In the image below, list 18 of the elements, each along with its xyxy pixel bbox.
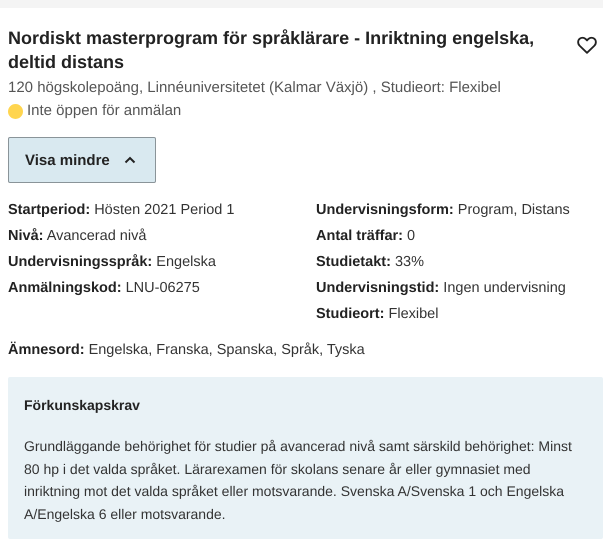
status-text: Inte öppen för anmälan	[27, 101, 182, 121]
show-less-button[interactable]: Visa mindre	[8, 137, 156, 183]
chevron-icon	[124, 156, 136, 164]
heart-icon[interactable]	[575, 34, 599, 56]
detail-item: Undervisningstid: Ingen undervisning	[316, 279, 567, 298]
detail-item: Nivå: Avancerad nivå	[8, 227, 148, 246]
detail-item: Studietakt: 33%	[316, 253, 425, 272]
detail-item: Undervisningsspråk: Engelska	[8, 253, 217, 272]
detail-item: Anmälningskod: LNU-06275	[8, 279, 201, 298]
detail-item: Antal träffar: 0	[316, 227, 416, 246]
detail-item: Startperiod: Hösten 2021 Period 1	[8, 201, 236, 220]
detail-item: Studieort: Flexibel	[316, 305, 440, 324]
course-subtitle: 120 högskolepoäng, Linnéuniversitetet (Kalmar Växjö) , Studieort: Flexibel	[8, 78, 502, 98]
prerequisites-text: Grundläggande behörighet för studier på avancerad nivå samt särskild behörighet: Minst 80 hp i det valda språket. Lärarexamen för skolans senare år eller gymnasiet med inriktning mot det valda språket eller motsvarande. Svenska A/Svenska 1 och Engelska A/Engelska 6 eller motsvarande.	[24, 437, 573, 524]
prerequisites-heading: Förkunskapskrav	[24, 396, 141, 415]
course-title: Nordiskt masterprogram för språklärare - Inriktning engelska, deltid distans	[8, 27, 536, 74]
subject-keywords: Ämnesord: Engelska, Franska, Spanska, Språk, Tyska	[8, 340, 366, 360]
detail-item: Undervisningsform: Program, Distans	[316, 201, 571, 220]
